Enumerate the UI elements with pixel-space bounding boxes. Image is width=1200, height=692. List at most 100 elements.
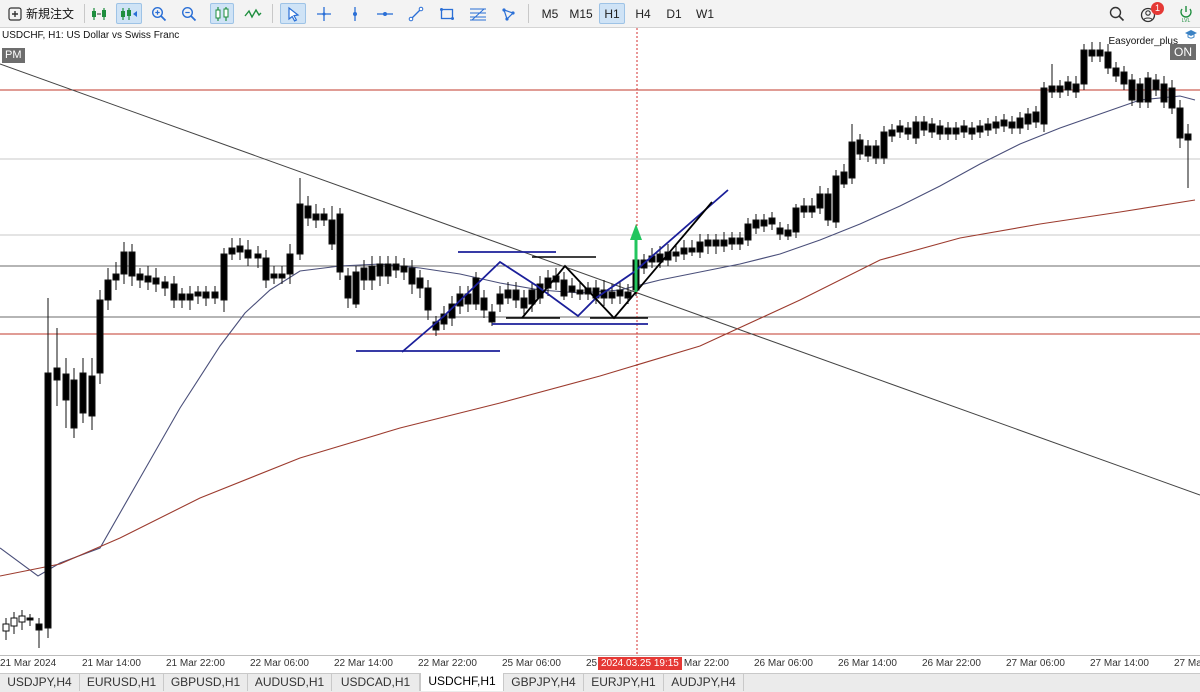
candlestick bbox=[384, 263, 392, 277]
timeframe-m15[interactable]: M15 bbox=[567, 3, 595, 24]
tab-eurusd-h1[interactable]: EURUSD,H1 bbox=[80, 674, 164, 691]
time-label: 21 Mar 2024 bbox=[0, 658, 57, 669]
candlestick bbox=[1168, 87, 1176, 109]
candlestick bbox=[992, 121, 1000, 129]
candlestick bbox=[328, 219, 336, 245]
candlestick bbox=[720, 239, 728, 247]
rectangle-button[interactable] bbox=[436, 3, 458, 24]
cursor-icon bbox=[285, 6, 301, 22]
trendline-button[interactable] bbox=[405, 3, 427, 24]
candlestick bbox=[800, 205, 808, 213]
candlestick bbox=[616, 289, 624, 297]
candlestick bbox=[672, 251, 680, 257]
tab-usdchf-h1[interactable]: USDCHF,H1 bbox=[420, 673, 504, 691]
candlestick bbox=[228, 247, 236, 255]
trendline-icon bbox=[408, 6, 424, 22]
crosshair-icon bbox=[316, 6, 332, 22]
objects-button[interactable] bbox=[498, 3, 520, 24]
candlestick bbox=[776, 227, 784, 235]
zoom-out-button[interactable] bbox=[178, 3, 200, 24]
vertical-line-button[interactable] bbox=[344, 3, 366, 24]
zoom-in-icon bbox=[151, 6, 167, 22]
candlestick bbox=[400, 265, 408, 273]
algo-trading-button[interactable]: LVL bbox=[1176, 3, 1196, 24]
candlestick bbox=[79, 372, 87, 414]
candlestick bbox=[44, 372, 52, 629]
candlestick bbox=[912, 121, 920, 139]
candlestick bbox=[62, 373, 70, 401]
time-axis: 21 Mar 2024 21 Mar 14:00 21 Mar 22:00 22… bbox=[0, 655, 1200, 673]
zoom-in-button[interactable] bbox=[148, 3, 170, 24]
candlestick bbox=[752, 219, 760, 229]
candlestick bbox=[1112, 67, 1120, 77]
crosshair-button[interactable] bbox=[313, 3, 335, 24]
candlestick bbox=[896, 125, 904, 133]
tab-gbpjpy-h4[interactable]: GBPJPY,H4 bbox=[504, 674, 584, 691]
time-label: 27 Mar bbox=[1174, 658, 1200, 669]
expert-hat-icon bbox=[1184, 28, 1198, 42]
tab-audusd-h1[interactable]: AUDUSD,H1 bbox=[248, 674, 332, 691]
timeframe-m5[interactable]: M5 bbox=[536, 3, 564, 24]
one-click-trading-button[interactable] bbox=[88, 3, 110, 24]
candlestick bbox=[744, 223, 752, 241]
candlestick bbox=[760, 219, 768, 227]
tab-usdjpy-h4[interactable]: USDJPY,H4 bbox=[0, 674, 80, 691]
timeframe-h4[interactable]: H4 bbox=[630, 3, 656, 24]
chart-area[interactable]: USDCHF, H1: US Dollar vs Swiss Franc PM … bbox=[0, 28, 1200, 655]
rectangle-icon bbox=[439, 6, 455, 22]
price-chart[interactable] bbox=[0, 28, 1200, 655]
time-label: 26 Mar 06:00 bbox=[754, 658, 813, 669]
candlestick bbox=[784, 229, 792, 237]
candlestick bbox=[178, 293, 186, 301]
line-chart-icon bbox=[244, 6, 262, 22]
candlestick bbox=[112, 273, 120, 281]
new-order-button[interactable]: 新規注文 bbox=[4, 3, 80, 24]
moving-average-slow bbox=[0, 199, 1196, 577]
timeframe-h1[interactable]: H1 bbox=[599, 3, 625, 24]
depth-of-market-icon bbox=[119, 6, 139, 22]
svg-text:LVL: LVL bbox=[1182, 18, 1191, 23]
candlestick bbox=[696, 241, 704, 253]
candlestick bbox=[936, 125, 944, 135]
candlestick bbox=[170, 283, 178, 301]
candlestick bbox=[352, 271, 360, 305]
candlestick bbox=[320, 213, 328, 221]
time-label: 22 Mar 14:00 bbox=[334, 658, 393, 669]
candlestick bbox=[161, 281, 169, 289]
candlestick bbox=[1056, 85, 1064, 93]
tab-eurjpy-h1[interactable]: EURJPY,H1 bbox=[584, 674, 664, 691]
new-order-icon bbox=[8, 6, 22, 21]
candlestick bbox=[120, 251, 128, 275]
candlestick bbox=[1064, 81, 1072, 91]
cursor-button[interactable] bbox=[280, 3, 306, 24]
candlestick bbox=[312, 213, 320, 221]
notifications-button[interactable]: 1 bbox=[1138, 1, 1164, 24]
candlestick bbox=[136, 273, 144, 281]
candlestick bbox=[792, 207, 800, 233]
candlestick bbox=[304, 205, 312, 219]
candlestick bbox=[976, 125, 984, 133]
candlestick bbox=[504, 289, 512, 299]
candlesticks-button[interactable] bbox=[210, 3, 234, 24]
timeframe-d1[interactable]: D1 bbox=[661, 3, 687, 24]
candlestick bbox=[278, 273, 286, 279]
fibonacci-button[interactable] bbox=[466, 3, 490, 24]
search-icon bbox=[1109, 6, 1125, 22]
chart-tabs: USDJPY,H4 EURUSD,H1 GBPUSD,H1 AUDUSD,H1 … bbox=[0, 673, 1200, 692]
candlestick bbox=[688, 247, 696, 253]
candlestick bbox=[202, 291, 210, 299]
timeframe-w1[interactable]: W1 bbox=[692, 3, 718, 24]
candlestick bbox=[856, 139, 864, 155]
tab-audjpy-h4[interactable]: AUDJPY,H4 bbox=[664, 674, 744, 691]
notifications-icon: 1 bbox=[1140, 1, 1164, 23]
signal-arrow-head bbox=[630, 224, 642, 240]
candlestick bbox=[376, 263, 384, 277]
tab-gbpusd-h1[interactable]: GBPUSD,H1 bbox=[164, 674, 248, 691]
depth-of-market-button[interactable] bbox=[116, 3, 142, 24]
candlestick bbox=[270, 273, 278, 279]
line-chart-button[interactable] bbox=[242, 3, 264, 24]
search-button[interactable] bbox=[1106, 3, 1128, 24]
tab-usdcad-h1[interactable]: USDCAD,H1 bbox=[332, 674, 420, 691]
horizontal-line-button[interactable] bbox=[374, 3, 396, 24]
session-badge: PM bbox=[2, 48, 25, 63]
